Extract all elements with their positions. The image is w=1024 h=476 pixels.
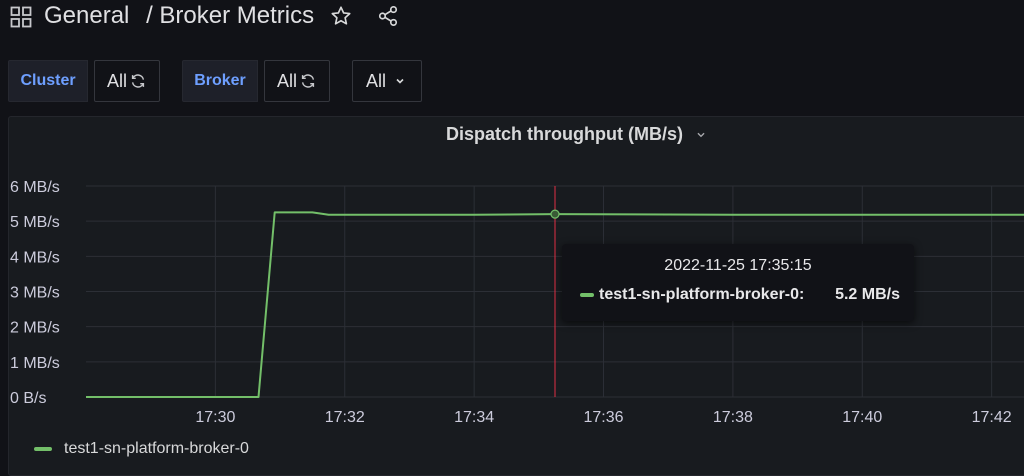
cluster-variable-label: Cluster [8, 60, 88, 102]
x-tick-label: 17:36 [583, 409, 623, 426]
x-tick-label: 17:30 [195, 409, 235, 426]
broker-variable-label: Broker [182, 60, 258, 102]
x-tick-label: 17:34 [454, 409, 494, 426]
cluster-variable-value: All [106, 70, 127, 91]
dashboard-title[interactable]: Broker Metrics [159, 2, 314, 29]
dashboard-header: General / Broker Metrics [0, 0, 1024, 36]
broker-variable-value: All [276, 70, 297, 91]
legend-swatch [34, 447, 52, 451]
share-icon[interactable] [377, 5, 399, 27]
star-icon[interactable] [330, 5, 352, 27]
y-tick-label: 4 MB/s [10, 249, 60, 266]
refresh-icon [131, 74, 145, 88]
broker-variable-select[interactable]: All [264, 60, 330, 102]
tooltip-time: 2022-11-25 17:35:15 [664, 257, 812, 274]
y-tick-label: 3 MB/s [10, 285, 60, 302]
y-tick-label: 6 MB/s [10, 179, 60, 196]
hover-point [550, 209, 560, 219]
breadcrumb-folder[interactable]: General [44, 2, 129, 29]
panel-header[interactable]: Dispatch throughput (MB/s) [0, 124, 1024, 145]
tooltip-row: test1-sn-platform-broker-0: 5.2 MB/s [580, 286, 900, 304]
x-tick-label: 17:32 [325, 409, 365, 426]
chart-tooltip: 2022-11-25 17:35:15 test1-sn-platform-br… [562, 244, 914, 321]
x-tick-label: 17:38 [713, 409, 753, 426]
panel-title: Dispatch throughput (MB/s) [446, 124, 683, 144]
y-tick-label: 2 MB/s [10, 320, 60, 337]
tooltip-series-value: 5.2 MB/s [835, 286, 900, 303]
cluster-variable-select[interactable]: All [94, 60, 160, 102]
variables-bar: Cluster All Broker All All [0, 60, 1024, 104]
tooltip-series-swatch [580, 293, 594, 297]
chevron-down-icon [396, 78, 404, 84]
x-tick-label: 17:40 [842, 409, 882, 426]
chevron-down-icon [697, 133, 705, 138]
tooltip-series-name: test1-sn-platform-broker-0: [599, 286, 805, 303]
breadcrumb: General / Broker Metrics [44, 0, 314, 32]
chart-legend[interactable]: test1-sn-platform-broker-0 [34, 440, 249, 458]
x-tick-label: 17:42 [972, 409, 1012, 426]
breadcrumb-separator: / [146, 2, 153, 29]
refresh-icon [301, 74, 315, 88]
apps-icon[interactable] [10, 6, 32, 28]
y-tick-label: 0 B/s [10, 390, 46, 407]
third-variable-value: All [365, 70, 386, 91]
third-variable-select[interactable]: All [352, 60, 422, 102]
y-tick-label: 5 MB/s [10, 214, 60, 231]
legend-item-label: test1-sn-platform-broker-0 [64, 440, 249, 457]
y-tick-label: 1 MB/s [10, 355, 60, 372]
